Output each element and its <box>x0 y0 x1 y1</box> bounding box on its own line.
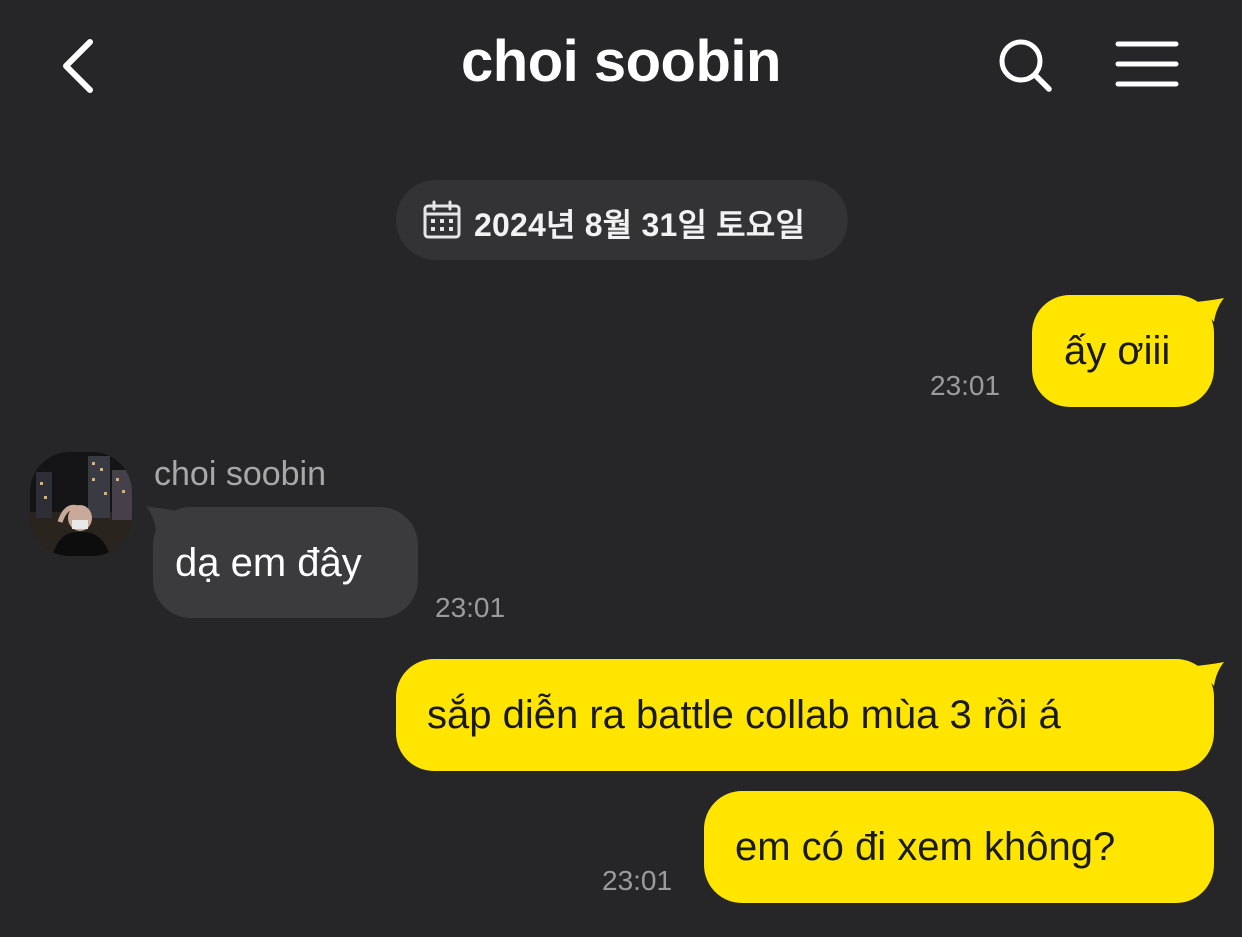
their-message-bubble[interactable]: dạ em đây <box>153 507 418 618</box>
bubble-tail <box>1196 298 1224 322</box>
my-message-bubble[interactable]: sắp diễn ra battle collab mùa 3 rồi á <box>396 659 1214 771</box>
message-time: 23:01 <box>435 592 506 623</box>
message-text: sắp diễn ra battle collab mùa 3 rồi á <box>427 693 1061 737</box>
search-icon <box>999 39 1052 92</box>
date-divider: 2024년 8월 31일 토요일 <box>396 180 848 260</box>
page-title: choi soobin <box>461 29 781 94</box>
search-button[interactable] <box>995 36 1055 96</box>
menu-button[interactable] <box>1112 38 1182 94</box>
my-message-bubble[interactable]: ấy ơiii <box>1032 295 1214 407</box>
my-message-bubble[interactable]: em có đi xem không? <box>704 791 1214 903</box>
message-text: ấy ơiii <box>1064 329 1171 373</box>
bubble-tail <box>1196 662 1224 686</box>
message-time: 23:01 <box>930 370 1001 401</box>
avatar[interactable] <box>30 452 132 556</box>
hamburger-menu-icon <box>1115 41 1179 87</box>
message-time: 23:01 <box>602 865 673 896</box>
message-text: em có đi xem không? <box>735 825 1116 869</box>
sender-name: choi soobin <box>154 455 327 493</box>
date-text: 2024년 8월 31일 토요일 <box>474 207 806 243</box>
profile-photo <box>30 452 132 556</box>
calendar-icon <box>423 200 461 239</box>
message-text: dạ em đây <box>175 541 362 585</box>
